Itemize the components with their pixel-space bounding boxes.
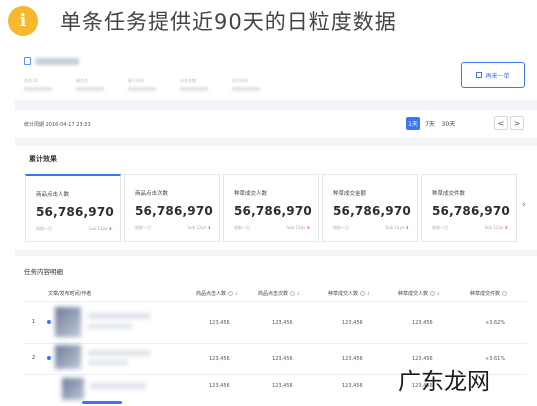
date-bar <box>15 110 537 138</box>
range-1d-tab[interactable]: 1天 <box>406 117 420 130</box>
meta-task-amount: 任务金额 <box>180 78 208 91</box>
metric-card[interactable]: 种草成交件数 56,786,970 较前一日 Sub 12px ⬇ <box>421 174 517 242</box>
article-thumbnail[interactable] <box>55 345 81 369</box>
metric-compare: 较前一日 <box>333 225 349 230</box>
help-icon <box>430 291 436 296</box>
column-header-article: 文章/发布时间/作者 <box>48 291 92 297</box>
row-rank: 1 <box>32 319 36 325</box>
metric-compare: 较前一日 <box>135 225 151 230</box>
meta-pay-time: 任付时间 <box>232 78 260 91</box>
summary-title: 累计效果 <box>29 155 57 163</box>
column-header-deal-items[interactable]: 种草成交件数 <box>470 290 508 297</box>
table-title: 任务内容明细 <box>24 268 63 276</box>
table-cell: 123,456 <box>342 383 363 389</box>
trend-down-icon: ⬇ <box>504 225 508 230</box>
column-header-deal-users[interactable]: 种草成交人数 ↓ <box>328 290 370 297</box>
metric-label: 商品点击次数 <box>135 191 169 197</box>
meta-provider: 服务方 <box>76 78 104 91</box>
article-meta-redacted <box>88 360 128 365</box>
trend-down-icon: ⬇ <box>405 225 409 230</box>
metric-label: 种草成交人数 <box>234 191 268 197</box>
help-icon <box>290 291 296 296</box>
metric-value: 56,786,970 <box>36 205 114 219</box>
stat-period: 统计周期 2016-04-17 23:33 <box>24 122 91 128</box>
table-cell: 123,456 <box>342 356 363 362</box>
row-marker <box>47 356 51 360</box>
metric-sub: Sub 12px ⬇ <box>484 225 508 230</box>
id-icon <box>24 57 31 65</box>
reorder-button[interactable]: 再来一单 <box>461 62 525 88</box>
table-cell: 123,456 <box>412 320 433 326</box>
metric-value: 56,786,970 <box>333 204 411 218</box>
column-header-clicks-times[interactable]: 商品点击次数 ↓ <box>258 290 300 297</box>
row-rank: 2 <box>32 355 36 361</box>
table-cell-percent: +3.62% <box>485 320 506 326</box>
metric-label: 种草成交件数 <box>432 191 466 197</box>
trend-down-icon: ⬇ <box>207 225 211 230</box>
table-cell: 123,456 <box>272 320 293 326</box>
metric-card[interactable]: 商品点击次数 56,786,970 较前一日 Sub 12px ⬇ <box>124 174 220 242</box>
article-title-redacted <box>88 350 150 356</box>
metric-compare: 较前一日 <box>432 225 448 230</box>
task-id-value-redacted <box>35 57 79 65</box>
task-card <box>15 48 537 100</box>
article-title-redacted <box>90 383 146 389</box>
page-title: 单条任务提供近90天的日粒度数据 <box>60 10 397 34</box>
metric-sub: Sub 12px ⬇ <box>187 225 211 230</box>
column-header-deal-users-2[interactable]: 种草成交人数 ↓ <box>398 290 440 297</box>
sort-icon: ↓ <box>234 291 239 297</box>
task-id <box>24 57 79 65</box>
trend-down-icon: ⬇ <box>306 225 310 230</box>
sort-icon: ↓ <box>436 291 441 297</box>
range-30d-tab[interactable]: 30天 <box>440 117 457 130</box>
carousel-next-icon[interactable]: › <box>522 200 526 210</box>
table-cell: 123,456 <box>272 356 293 362</box>
trend-down-icon: ⬇ <box>108 226 112 231</box>
export-icon <box>476 72 483 78</box>
metric-card[interactable]: 种草成交金额 56,786,970 较前一日 Sub 12px ⬇ <box>322 174 418 242</box>
article-title-redacted <box>88 313 150 319</box>
metric-sub: Sub 12px ⬇ <box>88 226 112 231</box>
metric-label: 商品点击人数 <box>36 192 70 198</box>
metric-value: 56,786,970 <box>432 204 510 218</box>
sort-icon: ↓ <box>296 291 301 297</box>
metric-card[interactable]: 商品点击人数 56,786,970 较前一日 Sub 12px ⬇ <box>25 174 121 242</box>
metric-compare: 较前一日 <box>234 225 250 230</box>
table-cell: 123,456 <box>209 320 230 326</box>
metric-compare: 较前一日 <box>36 226 52 231</box>
help-icon <box>228 291 234 296</box>
header-divider <box>24 301 527 302</box>
help-icon <box>360 291 366 296</box>
row-divider <box>24 343 527 344</box>
table-cell: 123,456 <box>342 320 363 326</box>
column-header-clicks-users[interactable]: 商品点击人数 ↓ <box>196 290 238 297</box>
prev-arrow-button[interactable]: < <box>494 116 508 130</box>
meta-accept-time: 接下时间 <box>128 78 156 91</box>
metric-sub: Sub 12px ⬇ <box>385 225 409 230</box>
row-marker <box>47 320 51 324</box>
article-thumbnail[interactable] <box>62 378 84 400</box>
metric-value: 56,786,970 <box>234 204 312 218</box>
meta-task-id: 任务 ID <box>24 78 52 91</box>
metric-value: 56,786,970 <box>135 204 213 218</box>
table-cell: 123,456 <box>272 383 293 389</box>
next-arrow-button[interactable]: > <box>510 116 524 130</box>
table-cell: 123,456 <box>209 356 230 362</box>
table-cell: 123,456 <box>209 383 230 389</box>
metric-label: 种草成交金额 <box>333 191 367 197</box>
page-heading: i 单条任务提供近90天的日粒度数据 <box>8 5 397 37</box>
article-thumbnail[interactable] <box>55 307 81 337</box>
metric-sub: Sub 12px ⬇ <box>286 225 310 230</box>
range-7d-tab[interactable]: 7天 <box>423 117 437 130</box>
watermark: 广东龙网 <box>398 369 490 395</box>
info-icon: i <box>8 6 38 36</box>
help-icon <box>502 291 508 296</box>
horizontal-scrollbar[interactable] <box>82 401 122 404</box>
metric-card[interactable]: 种草成交人数 56,786,970 较前一日 Sub 12px ⬇ <box>223 174 319 242</box>
article-meta-redacted <box>88 324 132 329</box>
sort-icon: ↓ <box>366 291 371 297</box>
